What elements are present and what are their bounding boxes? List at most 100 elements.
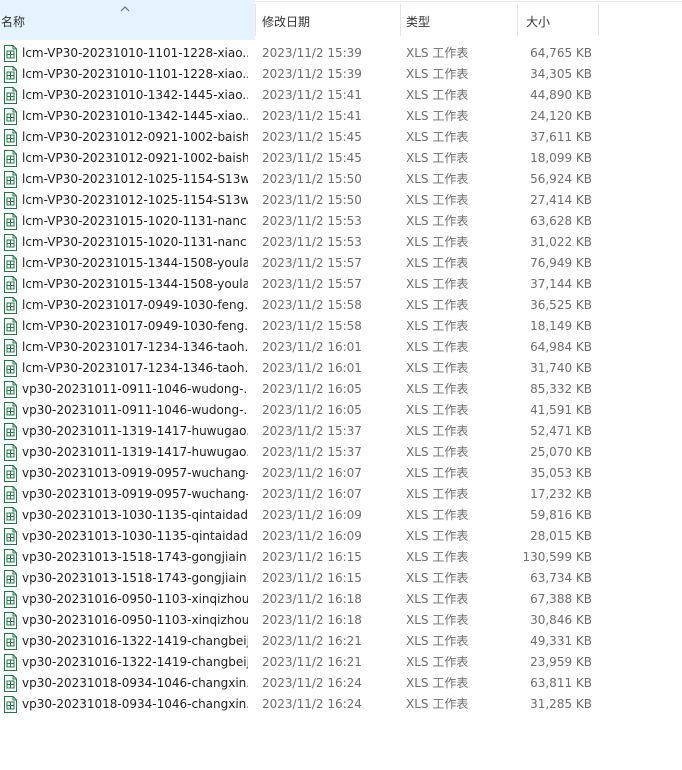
file-size: 59,816 KB bbox=[530, 508, 592, 522]
file-modified-date: 2023/11/2 15:57 bbox=[262, 277, 362, 291]
file-row[interactable]: lcm-VP30-20231010-1101-1228-xiao... 2023… bbox=[0, 64, 682, 85]
excel-file-icon bbox=[4, 612, 17, 629]
file-size: 18,149 KB bbox=[530, 319, 592, 333]
file-row[interactable]: vp30-20231016-0950-1103-xinqizhou... 202… bbox=[0, 589, 682, 610]
file-row[interactable]: lcm-VP30-20231017-1234-1346-taoh... 2023… bbox=[0, 358, 682, 379]
file-name: lcm-VP30-20231017-1234-1346-taoh... bbox=[22, 340, 248, 354]
file-type: XLS 工作表 bbox=[406, 277, 469, 291]
file-row[interactable]: vp30-20231016-1322-1419-changbeij... 202… bbox=[0, 652, 682, 673]
file-row[interactable]: vp30-20231011-0911-1046-wudong-... 2023/… bbox=[0, 400, 682, 421]
file-type: XLS 工作表 bbox=[406, 571, 469, 585]
file-row[interactable]: vp30-20231013-0919-0957-wuchang-... 2023… bbox=[0, 463, 682, 484]
file-size: 52,471 KB bbox=[530, 424, 592, 438]
file-row[interactable]: lcm-VP30-20231015-1344-1508-youla... 202… bbox=[0, 274, 682, 295]
file-row[interactable]: vp30-20231018-0934-1046-changxin... 2023… bbox=[0, 673, 682, 694]
excel-file-icon bbox=[4, 528, 17, 545]
file-type: XLS 工作表 bbox=[406, 67, 469, 81]
file-modified-date: 2023/11/2 16:01 bbox=[262, 361, 362, 375]
file-modified-date: 2023/11/2 15:41 bbox=[262, 109, 362, 123]
file-row[interactable]: lcm-VP30-20231012-0921-1002-baish... 202… bbox=[0, 148, 682, 169]
file-modified-date: 2023/11/2 16:15 bbox=[262, 571, 362, 585]
file-type: XLS 工作表 bbox=[406, 445, 469, 459]
file-size: 31,740 KB bbox=[530, 361, 592, 375]
excel-file-icon bbox=[4, 87, 17, 104]
file-row[interactable]: lcm-VP30-20231010-1101-1228-xiao... 2023… bbox=[0, 43, 682, 64]
file-size: 37,611 KB bbox=[530, 130, 592, 144]
file-name: vp30-20231013-1518-1743-gongjiain... bbox=[22, 550, 248, 564]
file-type: XLS 工作表 bbox=[406, 424, 469, 438]
file-name: lcm-VP30-20231012-0921-1002-baish... bbox=[22, 130, 248, 144]
file-row[interactable]: lcm-VP30-20231012-1025-1154-S13w... 2023… bbox=[0, 190, 682, 211]
file-row[interactable]: lcm-VP30-20231017-1234-1346-taoh... 2023… bbox=[0, 337, 682, 358]
file-name: vp30-20231011-1319-1417-huwugao... bbox=[22, 424, 248, 438]
file-row[interactable]: vp30-20231018-0934-1046-changxin... 2023… bbox=[0, 694, 682, 715]
excel-file-icon bbox=[4, 402, 17, 419]
excel-file-icon bbox=[4, 360, 17, 377]
file-type: XLS 工作表 bbox=[406, 613, 469, 627]
file-row[interactable]: vp30-20231011-1319-1417-huwugao... 2023/… bbox=[0, 442, 682, 463]
file-size: 85,332 KB bbox=[530, 382, 592, 396]
file-type: XLS 工作表 bbox=[406, 508, 469, 522]
excel-file-icon bbox=[4, 150, 17, 167]
file-row[interactable]: vp30-20231013-1518-1743-gongjiain... 202… bbox=[0, 568, 682, 589]
file-row[interactable]: vp30-20231011-0911-1046-wudong-... 2023/… bbox=[0, 379, 682, 400]
column-header-name-label: 名称 bbox=[1, 15, 26, 29]
file-type: XLS 工作表 bbox=[406, 487, 469, 501]
file-name: vp30-20231018-0934-1046-changxin... bbox=[22, 676, 248, 690]
excel-file-icon bbox=[4, 654, 17, 671]
file-size: 130,599 KB bbox=[522, 550, 592, 564]
file-modified-date: 2023/11/2 16:18 bbox=[262, 613, 362, 627]
file-row[interactable]: vp30-20231013-1518-1743-gongjiain... 202… bbox=[0, 547, 682, 568]
column-header-modified[interactable]: 修改日期 bbox=[256, 0, 400, 40]
file-row[interactable]: lcm-VP30-20231017-0949-1030-feng... 2023… bbox=[0, 295, 682, 316]
excel-file-icon bbox=[4, 45, 17, 62]
file-name: vp30-20231013-1518-1743-gongjiain... bbox=[22, 571, 248, 585]
excel-file-icon bbox=[4, 297, 17, 314]
excel-file-icon bbox=[4, 276, 17, 293]
file-name: lcm-VP30-20231015-1020-1131-nanc... bbox=[22, 214, 248, 228]
file-modified-date: 2023/11/2 15:37 bbox=[262, 445, 362, 459]
file-modified-date: 2023/11/2 16:15 bbox=[262, 550, 362, 564]
excel-file-icon bbox=[4, 66, 17, 83]
file-size: 28,015 KB bbox=[530, 529, 592, 543]
excel-file-icon bbox=[4, 108, 17, 125]
file-row[interactable]: lcm-VP30-20231015-1020-1131-nanc... 2023… bbox=[0, 211, 682, 232]
file-size: 63,628 KB bbox=[530, 214, 592, 228]
file-row[interactable]: vp30-20231013-1030-1135-qintaidad... 202… bbox=[0, 505, 682, 526]
file-modified-date: 2023/11/2 15:50 bbox=[262, 193, 362, 207]
file-row[interactable]: vp30-20231011-1319-1417-huwugao... 2023/… bbox=[0, 421, 682, 442]
file-row[interactable]: vp30-20231013-0919-0957-wuchang-... 2023… bbox=[0, 484, 682, 505]
file-row[interactable]: lcm-VP30-20231010-1342-1445-xiao... 2023… bbox=[0, 85, 682, 106]
file-type: XLS 工作表 bbox=[406, 340, 469, 354]
file-modified-date: 2023/11/2 15:53 bbox=[262, 214, 362, 228]
excel-file-icon bbox=[4, 339, 17, 356]
file-row[interactable]: lcm-VP30-20231015-1344-1508-youla... 202… bbox=[0, 253, 682, 274]
file-modified-date: 2023/11/2 16:05 bbox=[262, 403, 362, 417]
file-size: 31,285 KB bbox=[530, 697, 592, 711]
column-divider-size[interactable] bbox=[598, 4, 599, 36]
file-row[interactable]: vp30-20231016-0950-1103-xinqizhou... 202… bbox=[0, 610, 682, 631]
excel-file-icon bbox=[4, 423, 17, 440]
file-row[interactable]: vp30-20231013-1030-1135-qintaidad... 202… bbox=[0, 526, 682, 547]
file-size: 23,959 KB bbox=[530, 655, 592, 669]
excel-file-icon bbox=[4, 381, 17, 398]
file-type: XLS 工作表 bbox=[406, 382, 469, 396]
file-size: 49,331 KB bbox=[530, 634, 592, 648]
file-row[interactable]: lcm-VP30-20231015-1020-1131-nanc... 2023… bbox=[0, 232, 682, 253]
file-row[interactable]: lcm-VP30-20231012-0921-1002-baish... 202… bbox=[0, 127, 682, 148]
file-modified-date: 2023/11/2 16:09 bbox=[262, 529, 362, 543]
excel-file-icon bbox=[4, 171, 17, 188]
file-type: XLS 工作表 bbox=[406, 592, 469, 606]
file-row[interactable]: vp30-20231016-1322-1419-changbeij... 202… bbox=[0, 631, 682, 652]
excel-file-icon bbox=[4, 633, 17, 650]
file-row[interactable]: lcm-VP30-20231012-1025-1154-S13w... 2023… bbox=[0, 169, 682, 190]
excel-file-icon bbox=[4, 318, 17, 335]
excel-file-icon bbox=[4, 696, 17, 713]
column-header-type[interactable]: 类型 bbox=[401, 0, 517, 40]
file-size: 25,070 KB bbox=[530, 445, 592, 459]
file-name: vp30-20231013-1030-1135-qintaidad... bbox=[22, 508, 248, 522]
column-header-size[interactable]: 大小 bbox=[518, 0, 598, 40]
file-size: 37,144 KB bbox=[530, 277, 592, 291]
file-row[interactable]: lcm-VP30-20231010-1342-1445-xiao... 2023… bbox=[0, 106, 682, 127]
file-row[interactable]: lcm-VP30-20231017-0949-1030-feng... 2023… bbox=[0, 316, 682, 337]
